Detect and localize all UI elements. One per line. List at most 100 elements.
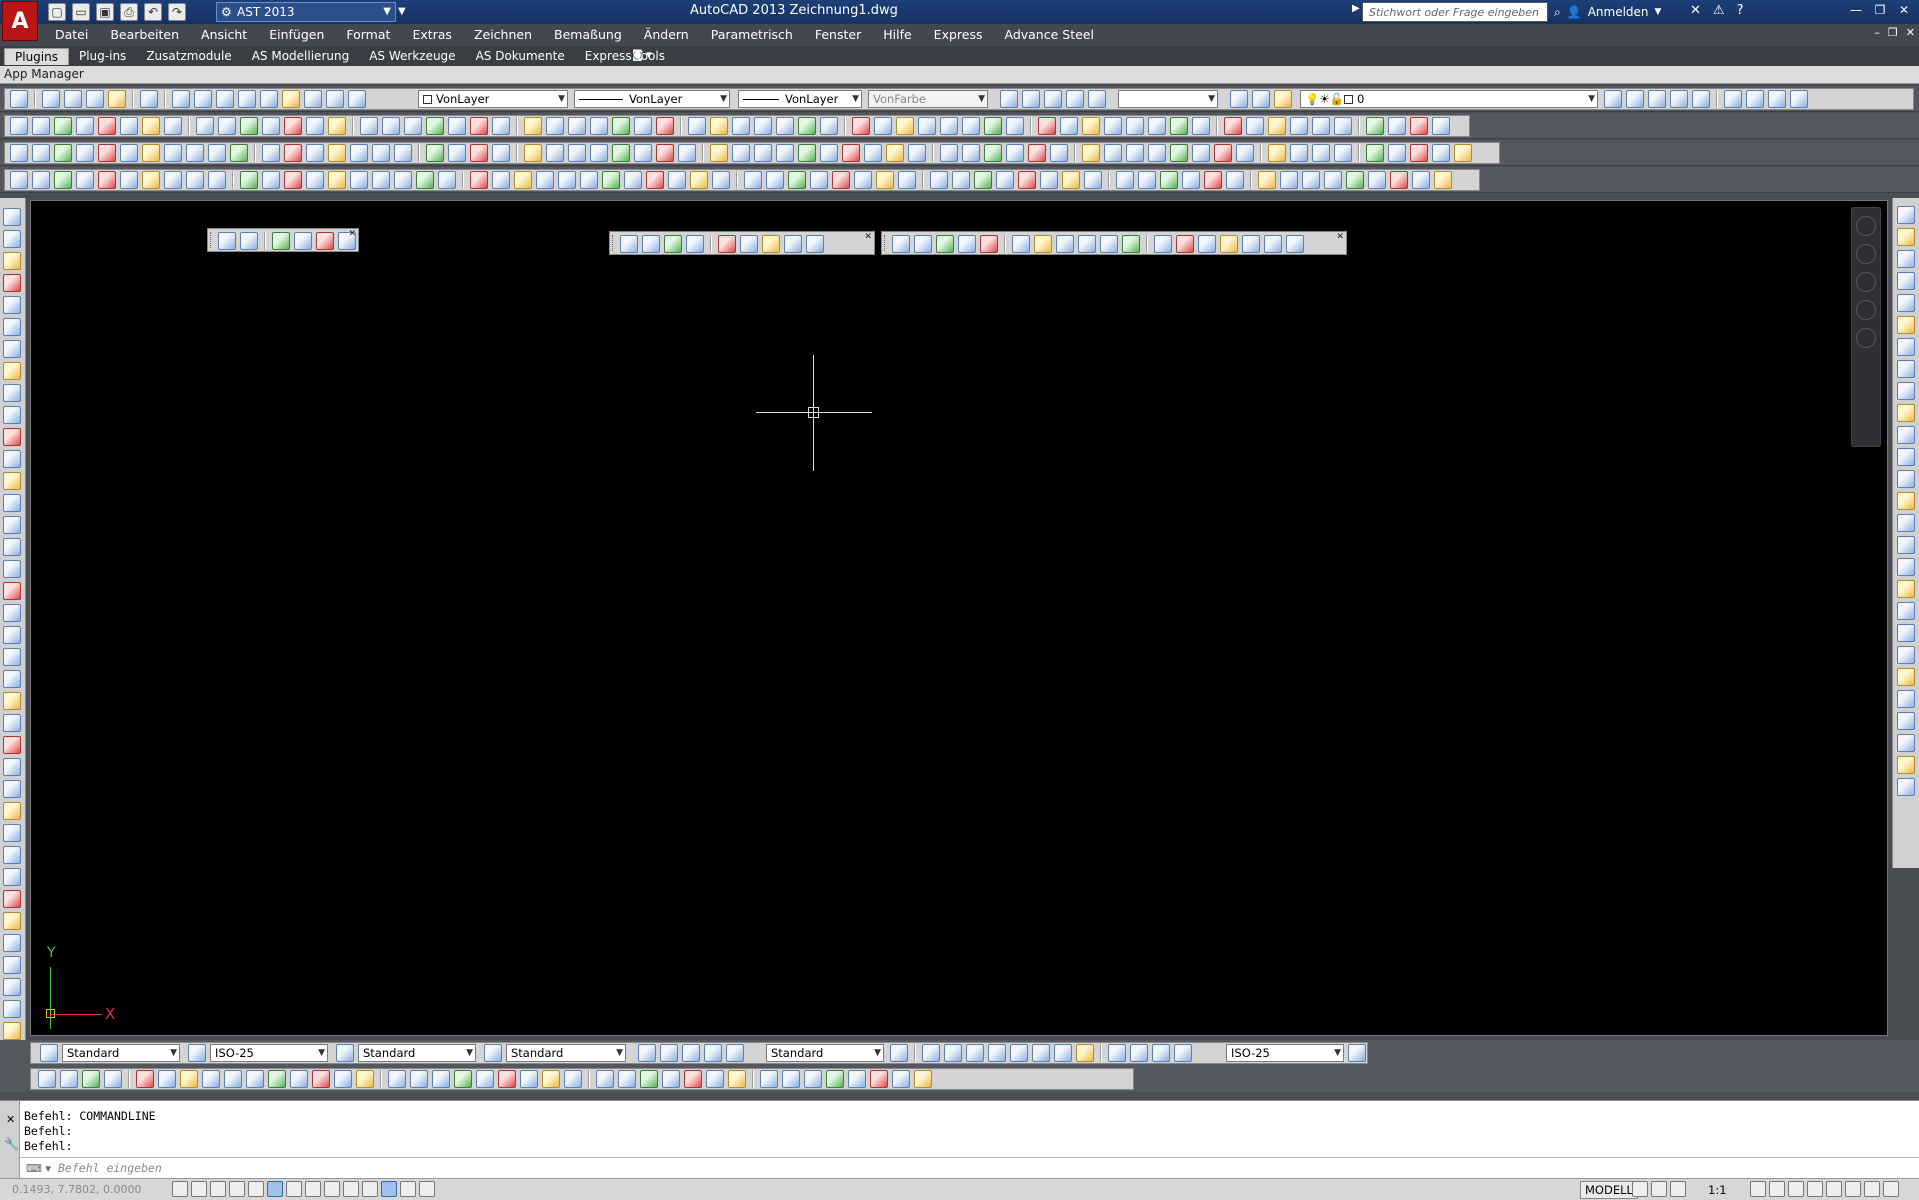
- tool-button-icon[interactable]: [316, 232, 334, 250]
- visual-styles-manager-icon[interactable]: [140, 90, 158, 108]
- tool-button-icon[interactable]: [1897, 448, 1915, 466]
- tool-button-icon[interactable]: [1897, 602, 1915, 620]
- menu-einfuegen[interactable]: Einfügen: [258, 27, 335, 43]
- tool-button-icon[interactable]: [788, 171, 806, 189]
- tool-button-icon[interactable]: [492, 144, 510, 162]
- layer-freeze-icon[interactable]: [326, 90, 344, 108]
- toolbar-lock-icon[interactable]: [1807, 1181, 1823, 1197]
- zoom-realtime-icon[interactable]: [1746, 90, 1764, 108]
- tool-button-icon[interactable]: [706, 1070, 724, 1088]
- dynamic-input-icon[interactable]: [343, 1181, 359, 1197]
- tool-button-icon[interactable]: [284, 117, 302, 135]
- tool-button-icon[interactable]: [1006, 144, 1024, 162]
- layer-walk-icon[interactable]: [1274, 90, 1292, 108]
- tool-button-icon[interactable]: [410, 1070, 428, 1088]
- polygonal-viewport-icon[interactable]: [1044, 90, 1062, 108]
- tool-button-icon[interactable]: [1897, 624, 1915, 642]
- layer-match-icon[interactable]: [282, 90, 300, 108]
- tool-button-icon[interactable]: [690, 171, 708, 189]
- tool-button-icon[interactable]: [3, 340, 21, 358]
- tool-button-icon[interactable]: [1214, 144, 1232, 162]
- tool-button-icon[interactable]: [3, 362, 21, 380]
- menu-bemassung[interactable]: Bemaßung: [543, 27, 633, 43]
- tool-button-icon[interactable]: [1388, 117, 1406, 135]
- status-bar-menu-icon[interactable]: [1864, 1181, 1880, 1197]
- tool-button-icon[interactable]: [1084, 171, 1102, 189]
- tool-button-icon[interactable]: [306, 144, 324, 162]
- tool-button-icon[interactable]: [1897, 338, 1915, 356]
- dimension-style-dropdown[interactable]: ISO-25 ▼: [210, 1044, 328, 1062]
- tool-button-icon[interactable]: [3, 626, 21, 644]
- tool-button-icon[interactable]: [164, 171, 182, 189]
- tool-button-icon[interactable]: [60, 1070, 78, 1088]
- tool-button-icon[interactable]: [762, 235, 780, 253]
- grid-icon[interactable]: [210, 1181, 226, 1197]
- tool-button-icon[interactable]: [3, 1022, 21, 1040]
- tool-button-icon[interactable]: [1897, 382, 1915, 400]
- tool-button-icon[interactable]: [1897, 514, 1915, 532]
- tool-button-icon[interactable]: [1390, 171, 1408, 189]
- tool-button-icon[interactable]: [1170, 117, 1188, 135]
- layer-freeze-icon[interactable]: [1692, 90, 1710, 108]
- tool-button-icon[interactable]: [784, 235, 802, 253]
- doc-minimize-button[interactable]: –: [1874, 26, 1880, 39]
- tool-button-icon[interactable]: [82, 1070, 100, 1088]
- tool-button-icon[interactable]: [842, 144, 860, 162]
- tool-button-icon[interactable]: [668, 171, 686, 189]
- tool-button-icon[interactable]: [3, 252, 21, 270]
- help-search-input[interactable]: Stichwort oder Frage eingeben: [1362, 2, 1548, 22]
- floating-toolbar-2[interactable]: ✕: [609, 231, 875, 255]
- tool-button-icon[interactable]: [914, 235, 932, 253]
- tab-plug-ins[interactable]: Plug-ins: [69, 48, 136, 65]
- tool-button-icon[interactable]: [3, 956, 21, 974]
- tool-button-icon[interactable]: [1897, 646, 1915, 664]
- tool-button-icon[interactable]: [1897, 272, 1915, 290]
- multileader-style-icon[interactable]: [484, 1044, 502, 1062]
- tool-button-icon[interactable]: [224, 1070, 242, 1088]
- menu-zeichnen[interactable]: Zeichnen: [463, 27, 543, 43]
- tool-button-icon[interactable]: [1126, 144, 1144, 162]
- tool-button-icon[interactable]: [1154, 235, 1172, 253]
- menu-format[interactable]: Format: [335, 27, 401, 43]
- multileader-style-dropdown-2[interactable]: Standard ▼: [766, 1044, 884, 1062]
- tool-button-icon[interactable]: [1366, 144, 1384, 162]
- tool-button-icon[interactable]: [38, 1070, 56, 1088]
- tool-button-icon[interactable]: [180, 1070, 198, 1088]
- tab-express-tools[interactable]: Express Tools: [575, 48, 675, 65]
- tool-button-icon[interactable]: [1038, 117, 1056, 135]
- tool-button-icon[interactable]: [262, 144, 280, 162]
- tool-button-icon[interactable]: [1897, 668, 1915, 686]
- tool-button-icon[interactable]: [3, 538, 21, 556]
- model-space-button[interactable]: MODELL: [1580, 1181, 1638, 1199]
- tool-button-icon[interactable]: [3, 494, 21, 512]
- tool-button-icon[interactable]: [136, 1070, 154, 1088]
- tool-button-icon[interactable]: [388, 1070, 406, 1088]
- app-manager-button[interactable]: App Manager: [4, 67, 84, 81]
- showmotion-icon[interactable]: [1856, 328, 1876, 348]
- tool-button-icon[interactable]: [448, 144, 466, 162]
- tool-button-icon[interactable]: [32, 117, 50, 135]
- tool-button-icon[interactable]: [940, 117, 958, 135]
- text-style-dropdown[interactable]: Standard ▼: [62, 1044, 180, 1062]
- tool-button-icon[interactable]: [624, 171, 642, 189]
- dynamic-ucs-icon[interactable]: [324, 1181, 340, 1197]
- tool-button-icon[interactable]: [98, 144, 116, 162]
- tool-button-icon[interactable]: [382, 117, 400, 135]
- tool-button-icon[interactable]: [1346, 171, 1364, 189]
- tool-button-icon[interactable]: [76, 117, 94, 135]
- tool-button-icon[interactable]: [1148, 117, 1166, 135]
- workspace-switching-icon[interactable]: [1788, 1181, 1804, 1197]
- tool-button-icon[interactable]: [394, 144, 412, 162]
- tool-button-icon[interactable]: [1897, 470, 1915, 488]
- tool-button-icon[interactable]: [3, 692, 21, 710]
- tool-button-icon[interactable]: [186, 171, 204, 189]
- tool-button-icon[interactable]: [438, 171, 456, 189]
- tool-button-icon[interactable]: [372, 144, 390, 162]
- tool-button-icon[interactable]: [290, 1070, 308, 1088]
- tool-button-icon[interactable]: [1182, 171, 1200, 189]
- tool-button-icon[interactable]: [1246, 117, 1264, 135]
- tool-button-icon[interactable]: [1290, 117, 1308, 135]
- tolerance-icon[interactable]: [1174, 1044, 1192, 1062]
- tool-button-icon[interactable]: [740, 235, 758, 253]
- linetype-dropdown[interactable]: VonLayer ▼: [574, 90, 730, 108]
